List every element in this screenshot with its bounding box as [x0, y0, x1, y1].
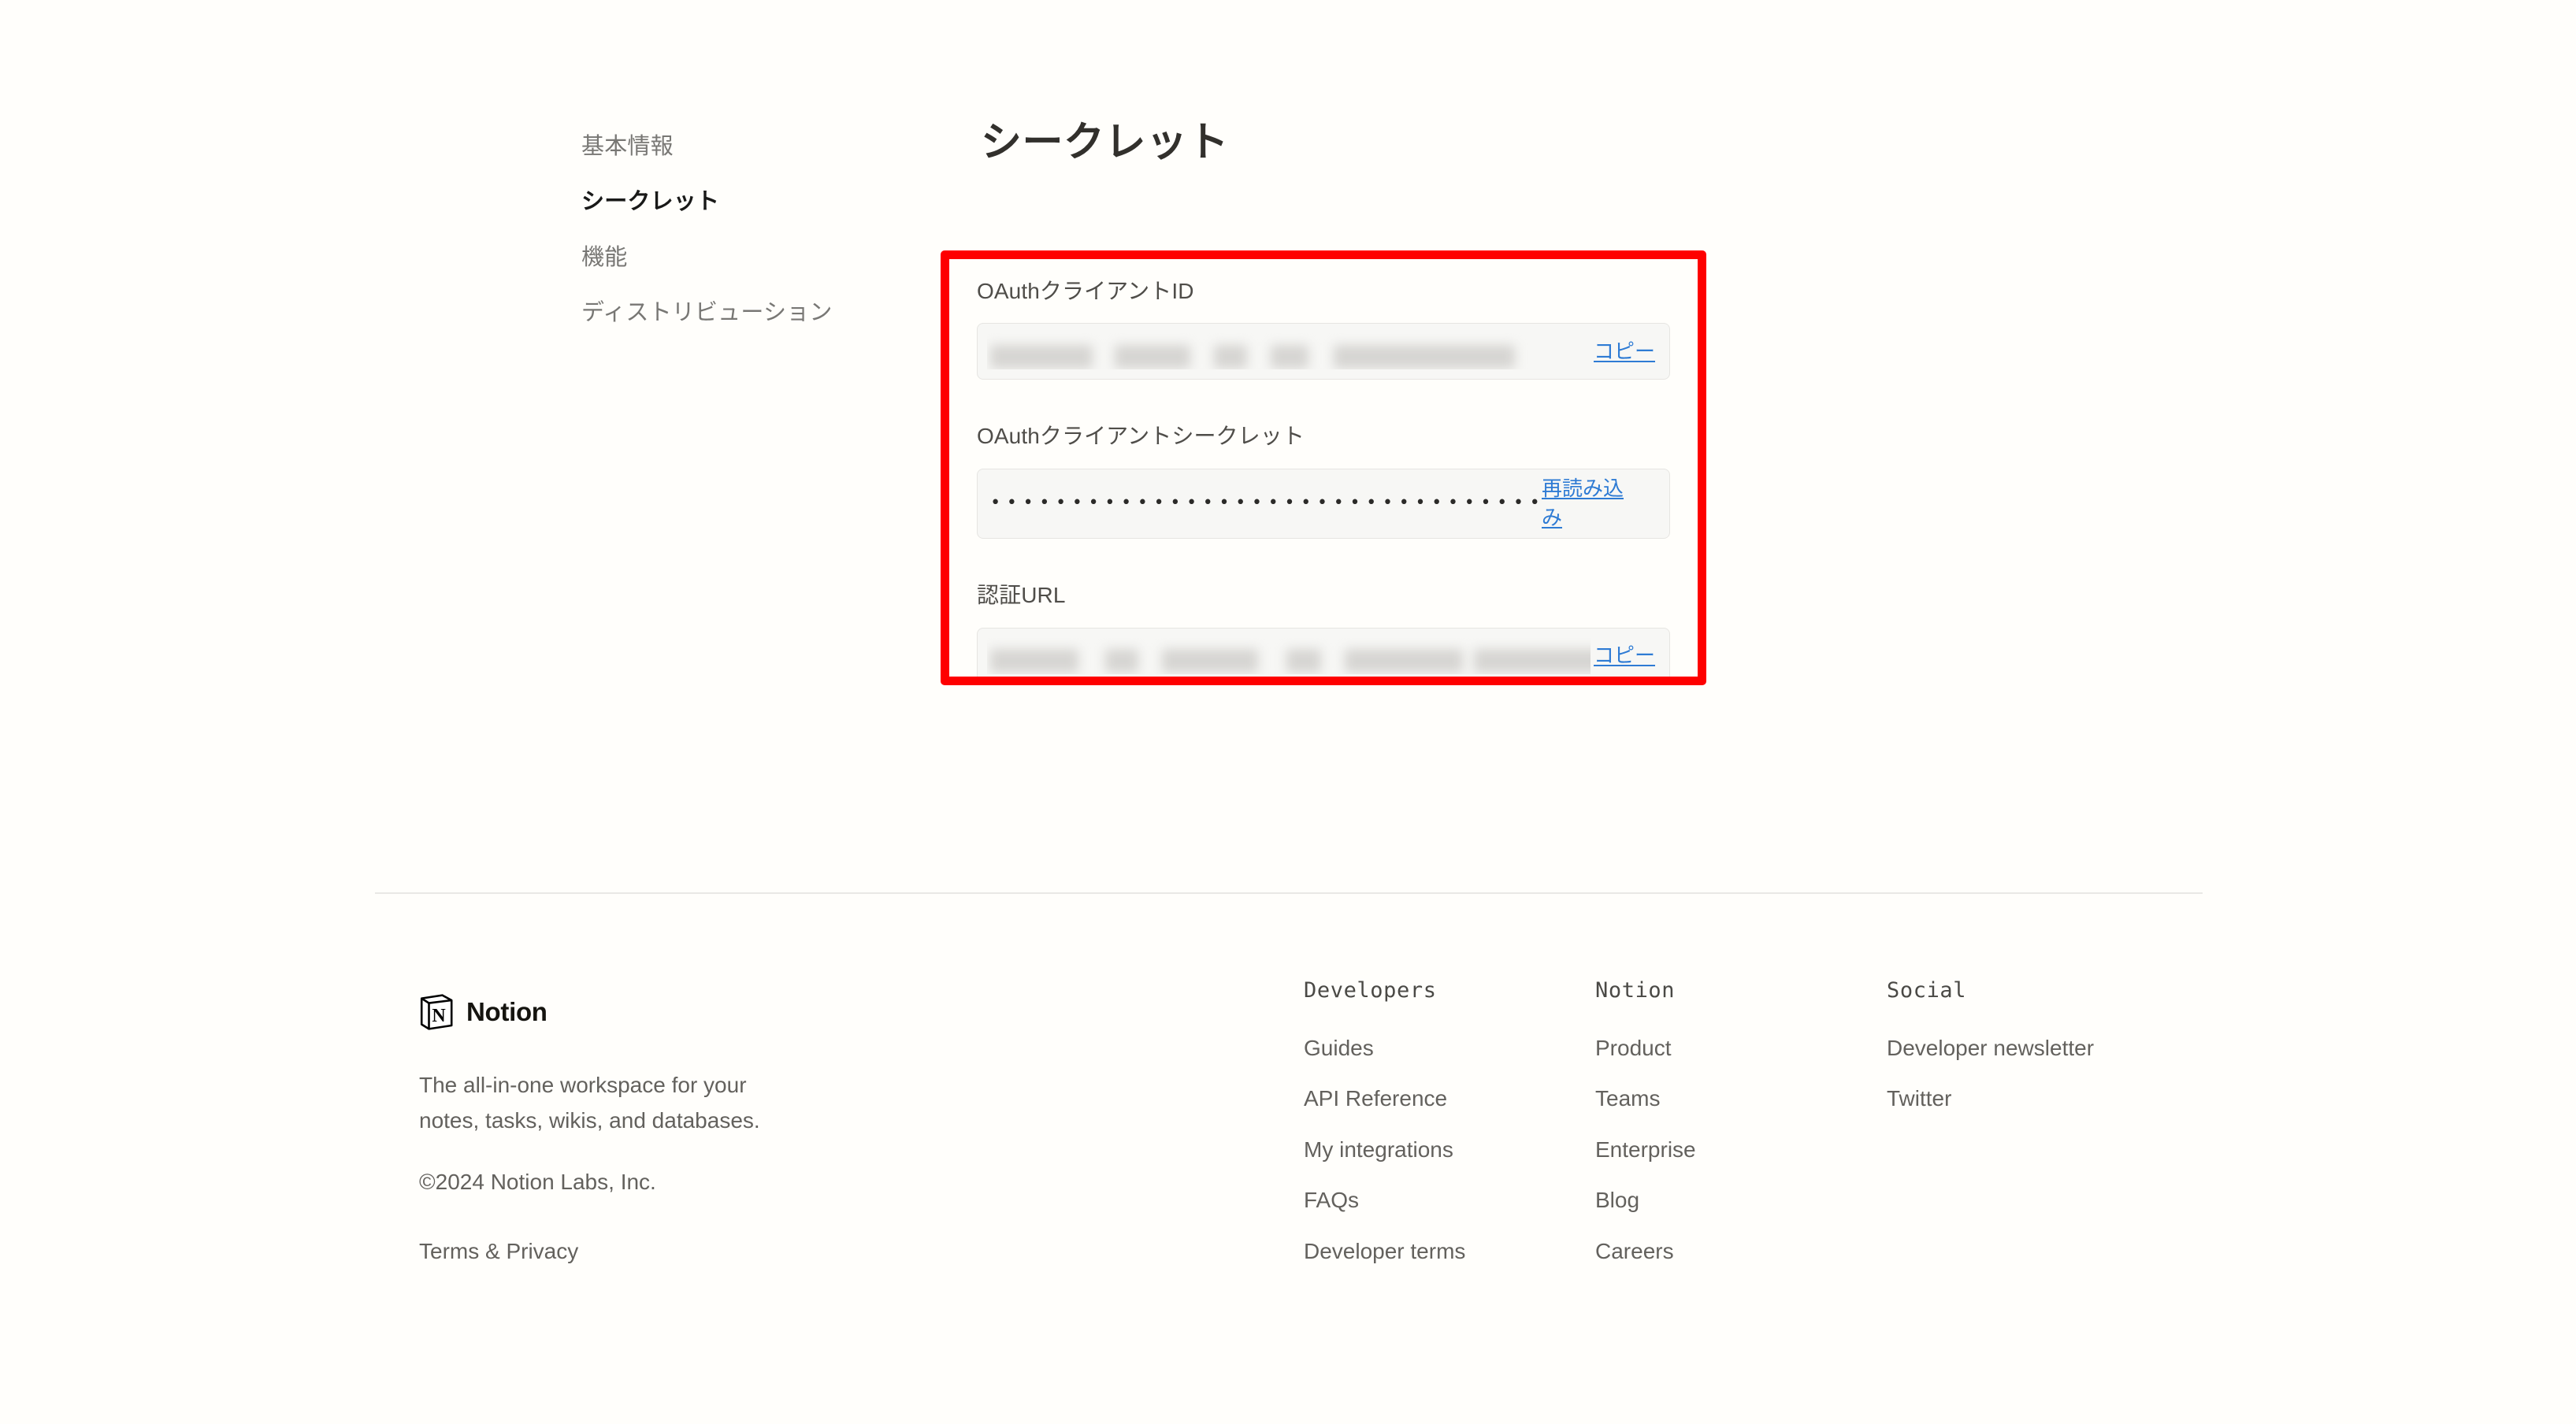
field-group-oauth-client-secret: OAuthクライアントシークレット ••••••••••••••••••••••…: [977, 422, 1670, 540]
brand-tagline: The all-in-one workspace for your notes,…: [419, 1073, 760, 1133]
footer-link-api-reference[interactable]: API Reference: [1304, 1085, 1587, 1113]
footer-link-blog[interactable]: Blog: [1595, 1186, 1855, 1214]
redaction-block: x: [1115, 344, 1190, 369]
page-title: シークレット: [981, 120, 1230, 165]
footer-link-teams[interactable]: Teams: [1595, 1085, 1855, 1113]
redaction-block: x: [990, 344, 1093, 369]
label-oauth-client-id: OAuthクライアントID: [977, 279, 1194, 303]
refresh-oauth-client-secret-button[interactable]: 再読み込み: [1539, 474, 1624, 533]
footer-column-heading: Notion: [1595, 978, 1676, 1003]
terms-and-privacy-link[interactable]: Terms & Privacy: [419, 1235, 860, 1268]
sidebar-item-secrets[interactable]: シークレット: [581, 187, 896, 216]
svg-text:N: N: [432, 1006, 446, 1026]
field-group-authorization-url: 認証URL xxxxxx コピー: [977, 581, 1670, 684]
site-footer: N Notion The all-in-one workspace for yo…: [0, 977, 2576, 1418]
redaction-block: x: [1105, 648, 1138, 673]
footer-link-developer-terms[interactable]: Developer terms: [1304, 1237, 1587, 1266]
redaction-block: x: [1271, 344, 1308, 369]
brand-name: Notion: [466, 997, 547, 1026]
footer-link-faqs[interactable]: FAQs: [1304, 1186, 1587, 1214]
footer-column-developers: Developers Guides API Reference My integ…: [1304, 977, 1587, 1266]
settings-sidebar-nav: 基本情報 シークレット 機能 ディストリビューション: [581, 132, 896, 327]
footer-link-product[interactable]: Product: [1595, 1034, 1855, 1062]
page-root: 基本情報 シークレット 機能 ディストリビューション シークレット OAuthク…: [0, 0, 2576, 1424]
label-oauth-client-secret: OAuthクライアントシークレット: [977, 424, 1305, 449]
notion-logo-icon: N: [419, 994, 454, 1030]
brand-copyright: ©2024 Notion Labs, Inc.: [419, 1169, 656, 1194]
copy-authorization-url-button[interactable]: コピー: [1591, 641, 1661, 671]
redaction-block: x: [1334, 344, 1515, 369]
sidebar-item-basic-info[interactable]: 基本情報: [581, 132, 896, 161]
footer-column-heading: Social: [1887, 978, 1967, 1003]
footer-link-enterprise[interactable]: Enterprise: [1595, 1136, 1855, 1164]
sidebar-item-capabilities[interactable]: 機能: [581, 243, 896, 272]
secrets-form: OAuthクライアントID xxxxx コピー OAuthクライアントシークレッ…: [977, 277, 1670, 684]
redaction-block: x: [1474, 648, 1591, 673]
main-content: シークレット: [981, 118, 1753, 167]
value-oauth-client-secret: ••••••••••••••••••••••••••••••••••••••••…: [990, 493, 1539, 514]
footer-link-developer-newsletter[interactable]: Developer newsletter: [1887, 1034, 2202, 1062]
footer-link-my-integrations[interactable]: My integrations: [1304, 1136, 1587, 1164]
input-authorization-url[interactable]: xxxxxx コピー: [977, 627, 1670, 684]
footer-column-notion: Notion Product Teams Enterprise Blog Car…: [1595, 977, 1855, 1266]
value-oauth-client-id: xxxxx: [987, 333, 1591, 369]
redaction-block: x: [1214, 344, 1247, 369]
footer-link-twitter[interactable]: Twitter: [1887, 1085, 2202, 1113]
sidebar-item-distribution[interactable]: ディストリビューション: [581, 299, 896, 327]
footer-divider: [375, 892, 2203, 894]
label-authorization-url: 認証URL: [977, 583, 1066, 608]
footer-brand-block: N Notion The all-in-one workspace for yo…: [419, 994, 860, 1268]
footer-link-guides[interactable]: Guides: [1304, 1034, 1587, 1062]
redaction-block: x: [1162, 648, 1258, 673]
footer-column-social: Social Developer newsletter Twitter: [1887, 977, 2202, 1114]
redaction-block: x: [1286, 648, 1321, 673]
footer-column-heading: Developers: [1304, 978, 1437, 1003]
field-group-oauth-client-id: OAuthクライアントID xxxxx コピー: [977, 277, 1670, 380]
input-oauth-client-id[interactable]: xxxxx コピー: [977, 323, 1670, 380]
value-authorization-url: xxxxxx: [987, 638, 1591, 674]
copy-oauth-client-id-button[interactable]: コピー: [1591, 337, 1661, 367]
redaction-block: x: [990, 648, 1078, 673]
footer-link-careers[interactable]: Careers: [1595, 1237, 1855, 1266]
redaction-block: x: [1345, 648, 1463, 673]
input-oauth-client-secret[interactable]: ••••••••••••••••••••••••••••••••••••••••…: [977, 468, 1670, 540]
brand-row[interactable]: N Notion: [419, 994, 860, 1030]
